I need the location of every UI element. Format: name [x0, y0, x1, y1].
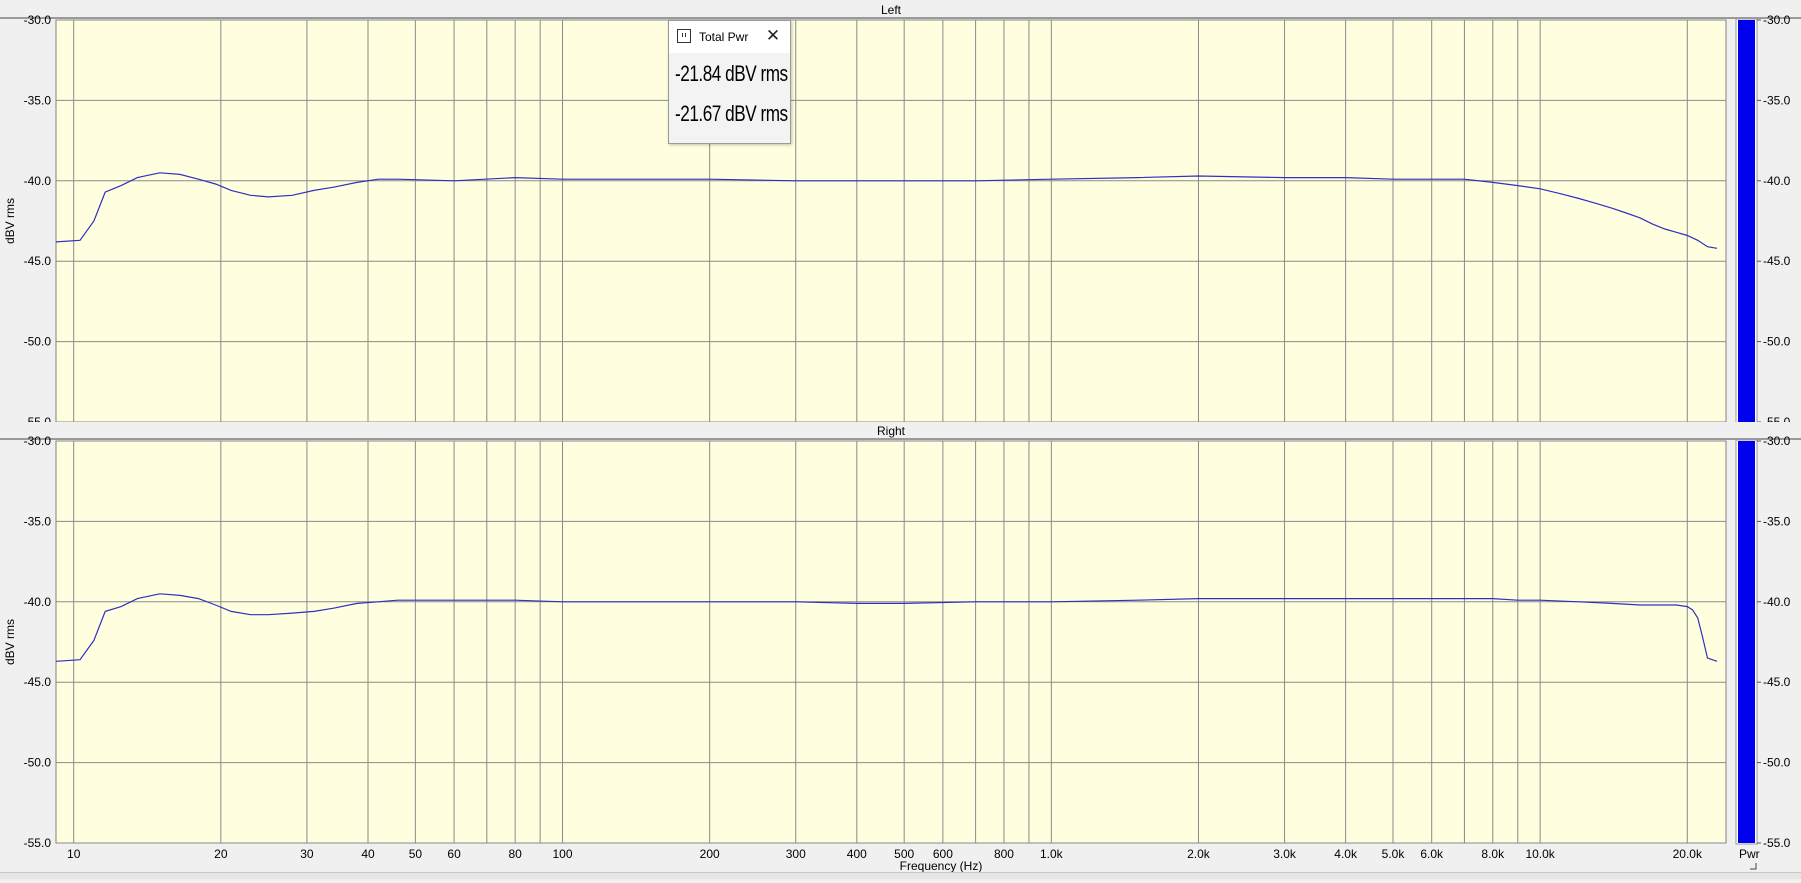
x-tick-label: 8.0k	[1481, 847, 1505, 861]
right-pwr-meter-bar	[1738, 441, 1755, 843]
x-tick-label: 800	[994, 847, 1014, 861]
left-y-axis-label: dBV rms	[3, 198, 17, 244]
x-tick-label: 50	[409, 847, 423, 861]
x-tick-label: 60	[447, 847, 461, 861]
x-tick-label: 1.0k	[1040, 847, 1064, 861]
window-icon	[677, 29, 691, 43]
left-pwr-tick-label: -40.0	[1763, 174, 1791, 188]
right-chart-title: Right	[877, 424, 906, 438]
left-y-tick-label: -40.0	[24, 174, 52, 188]
spectrum-charts: Left -30.0 -35.0 -40.0 -45.0 -50.0 -55.0 dBV rm…	[0, 1, 1801, 873]
x-tick-label: 200	[700, 847, 720, 861]
resize-grip-icon[interactable]	[1750, 863, 1757, 870]
right-pwr-tick-label: -45.0	[1763, 675, 1791, 689]
close-icon[interactable]: ✕	[764, 27, 782, 45]
x-tick-label: 40	[361, 847, 375, 861]
left-y-tick-label: -30.0	[24, 13, 52, 27]
x-tick-label: 30	[300, 847, 314, 861]
x-tick-label: 100	[553, 847, 573, 861]
left-pwr-meter-bar	[1738, 20, 1755, 422]
pwr-meter-label: Pwr	[1739, 847, 1760, 861]
left-pwr-tick-label: -35.0	[1763, 93, 1791, 107]
right-total-power-readout: -21.67 dBV rms	[675, 101, 788, 126]
x-tick-label: 20.0k	[1673, 847, 1703, 861]
analyzer-window: Left -30.0 -35.0 -40.0 -45.0 -50.0 -55.0 dBV rm…	[0, 0, 1801, 879]
x-tick-label: 5.0k	[1382, 847, 1406, 861]
x-tick-label: 2.0k	[1187, 847, 1211, 861]
left-y-tick-label: -35.0	[24, 93, 52, 107]
right-y-tick-label: -50.0	[24, 756, 52, 770]
x-tick-label: 300	[786, 847, 806, 861]
x-tick-label: 6.0k	[1420, 847, 1444, 861]
right-y-axis-label: dBV rms	[3, 619, 17, 665]
left-pwr-tick-label: -45.0	[1763, 254, 1791, 268]
right-y-tick-label: -55.0	[24, 836, 52, 850]
right-pwr-tick-label: -50.0	[1763, 756, 1791, 770]
x-tick-label: 80	[508, 847, 522, 861]
x-tick-label: 4.0k	[1334, 847, 1358, 861]
left-total-power-readout: -21.84 dBV rms	[675, 61, 788, 86]
x-tick-label: 10.0k	[1525, 847, 1555, 861]
right-pwr-tick-label: -30.0	[1763, 434, 1791, 448]
right-y-tick-label: -30.0	[24, 434, 52, 448]
right-y-tick-label: -35.0	[24, 514, 52, 528]
right-y-tick-label: -40.0	[24, 595, 52, 609]
right-y-tick-label: -45.0	[24, 675, 52, 689]
left-pwr-tick-label: -30.0	[1763, 13, 1791, 27]
right-pwr-tick-label: -40.0	[1763, 595, 1791, 609]
x-axis-label: Frequency (Hz)	[900, 859, 983, 873]
left-pwr-tick-label: -50.0	[1763, 335, 1791, 349]
x-tick-label: 3.0k	[1273, 847, 1297, 861]
popup-title: Total Pwr	[699, 30, 749, 44]
left-y-tick-label: -50.0	[24, 335, 52, 349]
x-tick-label: 400	[847, 847, 867, 861]
total-power-popup[interactable]: Total Pwr ✕ -21.84 dBV rms -21.67 dBV rm…	[668, 20, 791, 144]
x-tick-label: 20	[214, 847, 228, 861]
left-chart-title: Left	[881, 3, 902, 17]
right-pwr-tick-label: -35.0	[1763, 514, 1791, 528]
left-y-tick-label: -45.0	[24, 254, 52, 268]
x-tick-label: 10	[67, 847, 81, 861]
right-pwr-tick-label: -55.0	[1763, 836, 1791, 850]
popup-title-bar[interactable]: Total Pwr ✕	[669, 21, 790, 53]
